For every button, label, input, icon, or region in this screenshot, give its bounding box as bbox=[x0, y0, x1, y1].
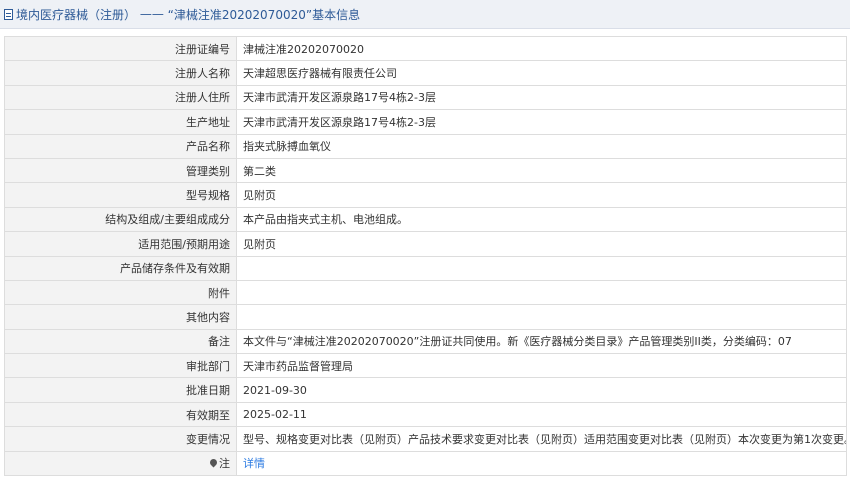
registration-title: “津械注准20202070020”基本信息 bbox=[167, 7, 361, 22]
row-label: 型号规格 bbox=[4, 182, 237, 208]
row-label: 注册证编号 bbox=[4, 35, 237, 62]
note-row: 注 详情 bbox=[4, 450, 847, 477]
row-value: 津械注准20202070020 bbox=[236, 35, 847, 62]
note-label-cell: 注 bbox=[4, 450, 237, 477]
note-value-cell: 详情 bbox=[236, 450, 847, 477]
row-label: 审批部门 bbox=[4, 353, 237, 379]
table-row: 生产地址 天津市武清开发区源泉路17号4栋2-3层 bbox=[4, 109, 847, 135]
row-value: 本文件与“津械注准20202070020”注册证共同使用。新《医疗器械分类目录》… bbox=[236, 328, 847, 355]
row-value bbox=[236, 255, 847, 281]
row-value: 天津市药品监督管理局 bbox=[236, 353, 847, 379]
page-header: 境内医疗器械（注册） —— “津械注准20202070020”基本信息 bbox=[0, 0, 850, 29]
row-label: 管理类别 bbox=[4, 157, 237, 184]
row-label: 有效期至 bbox=[4, 401, 237, 428]
table-row: 备注 本文件与“津械注准20202070020”注册证共同使用。新《医疗器械分类… bbox=[4, 328, 847, 355]
row-value bbox=[236, 279, 847, 306]
row-value: 见附页 bbox=[236, 231, 847, 257]
row-value: 天津市武清开发区源泉路17号4栋2-3层 bbox=[236, 84, 847, 111]
row-value: 指夹式脉搏血氧仪 bbox=[236, 133, 847, 159]
table-row: 适用范围/预期用途 见附页 bbox=[4, 231, 847, 257]
table-row: 附件 bbox=[4, 279, 847, 306]
table-row: 注册证编号 津械注准20202070020 bbox=[4, 35, 847, 62]
row-label: 附件 bbox=[4, 279, 237, 306]
row-value: 天津市武清开发区源泉路17号4栋2-3层 bbox=[236, 109, 847, 135]
row-value: 第二类 bbox=[236, 157, 847, 184]
row-label: 其他内容 bbox=[4, 304, 237, 330]
table-row: 批准日期 2021-09-30 bbox=[4, 377, 847, 403]
row-label: 生产地址 bbox=[4, 109, 237, 135]
table-row: 注册人住所 天津市武清开发区源泉路17号4栋2-3层 bbox=[4, 84, 847, 111]
row-label: 备注 bbox=[4, 328, 237, 355]
row-label: 批准日期 bbox=[4, 377, 237, 403]
row-label: 注册人名称 bbox=[4, 60, 237, 86]
registration-info-table: 注册证编号 津械注准20202070020 注册人名称 天津超思医疗器械有限责任… bbox=[4, 35, 847, 477]
row-value bbox=[236, 304, 847, 330]
table-row: 产品名称 指夹式脉搏血氧仪 bbox=[4, 133, 847, 159]
table-row: 变更情况 型号、规格变更对比表（见附页）产品技术要求变更对比表（见附页）适用范围… bbox=[4, 426, 847, 452]
row-value: 见附页 bbox=[236, 182, 847, 208]
table-row: 审批部门 天津市药品监督管理局 bbox=[4, 353, 847, 379]
table-row: 其他内容 bbox=[4, 304, 847, 330]
row-label: 结构及组成/主要组成成分 bbox=[4, 206, 237, 233]
table-row: 型号规格 见附页 bbox=[4, 182, 847, 208]
row-value: 2021-09-30 bbox=[236, 377, 847, 403]
row-label: 变更情况 bbox=[4, 426, 237, 452]
table-row: 结构及组成/主要组成成分 本产品由指夹式主机、电池组成。 bbox=[4, 206, 847, 233]
row-value: 2025-02-11 bbox=[236, 401, 847, 428]
row-value: 天津超思医疗器械有限责任公司 bbox=[236, 60, 847, 86]
table-row: 有效期至 2025-02-11 bbox=[4, 401, 847, 428]
table-row: 注册人名称 天津超思医疗器械有限责任公司 bbox=[4, 60, 847, 86]
pin-icon bbox=[208, 457, 219, 468]
row-label: 注册人住所 bbox=[4, 84, 237, 111]
row-label: 产品名称 bbox=[4, 133, 237, 159]
header-separator: —— bbox=[136, 7, 168, 21]
category-label: 境内医疗器械（注册） bbox=[16, 7, 137, 22]
table-row: 产品储存条件及有效期 bbox=[4, 255, 847, 281]
row-value: 本产品由指夹式主机、电池组成。 bbox=[236, 206, 847, 233]
row-label: 产品储存条件及有效期 bbox=[4, 255, 237, 281]
row-label: 适用范围/预期用途 bbox=[4, 231, 237, 257]
note-label: 注 bbox=[219, 457, 230, 471]
row-value: 型号、规格变更对比表（见附页）产品技术要求变更对比表（见附页）适用范围变更对比表… bbox=[236, 426, 847, 452]
table-row: 管理类别 第二类 bbox=[4, 157, 847, 184]
document-icon bbox=[4, 8, 13, 20]
details-link[interactable]: 详情 bbox=[243, 457, 265, 470]
